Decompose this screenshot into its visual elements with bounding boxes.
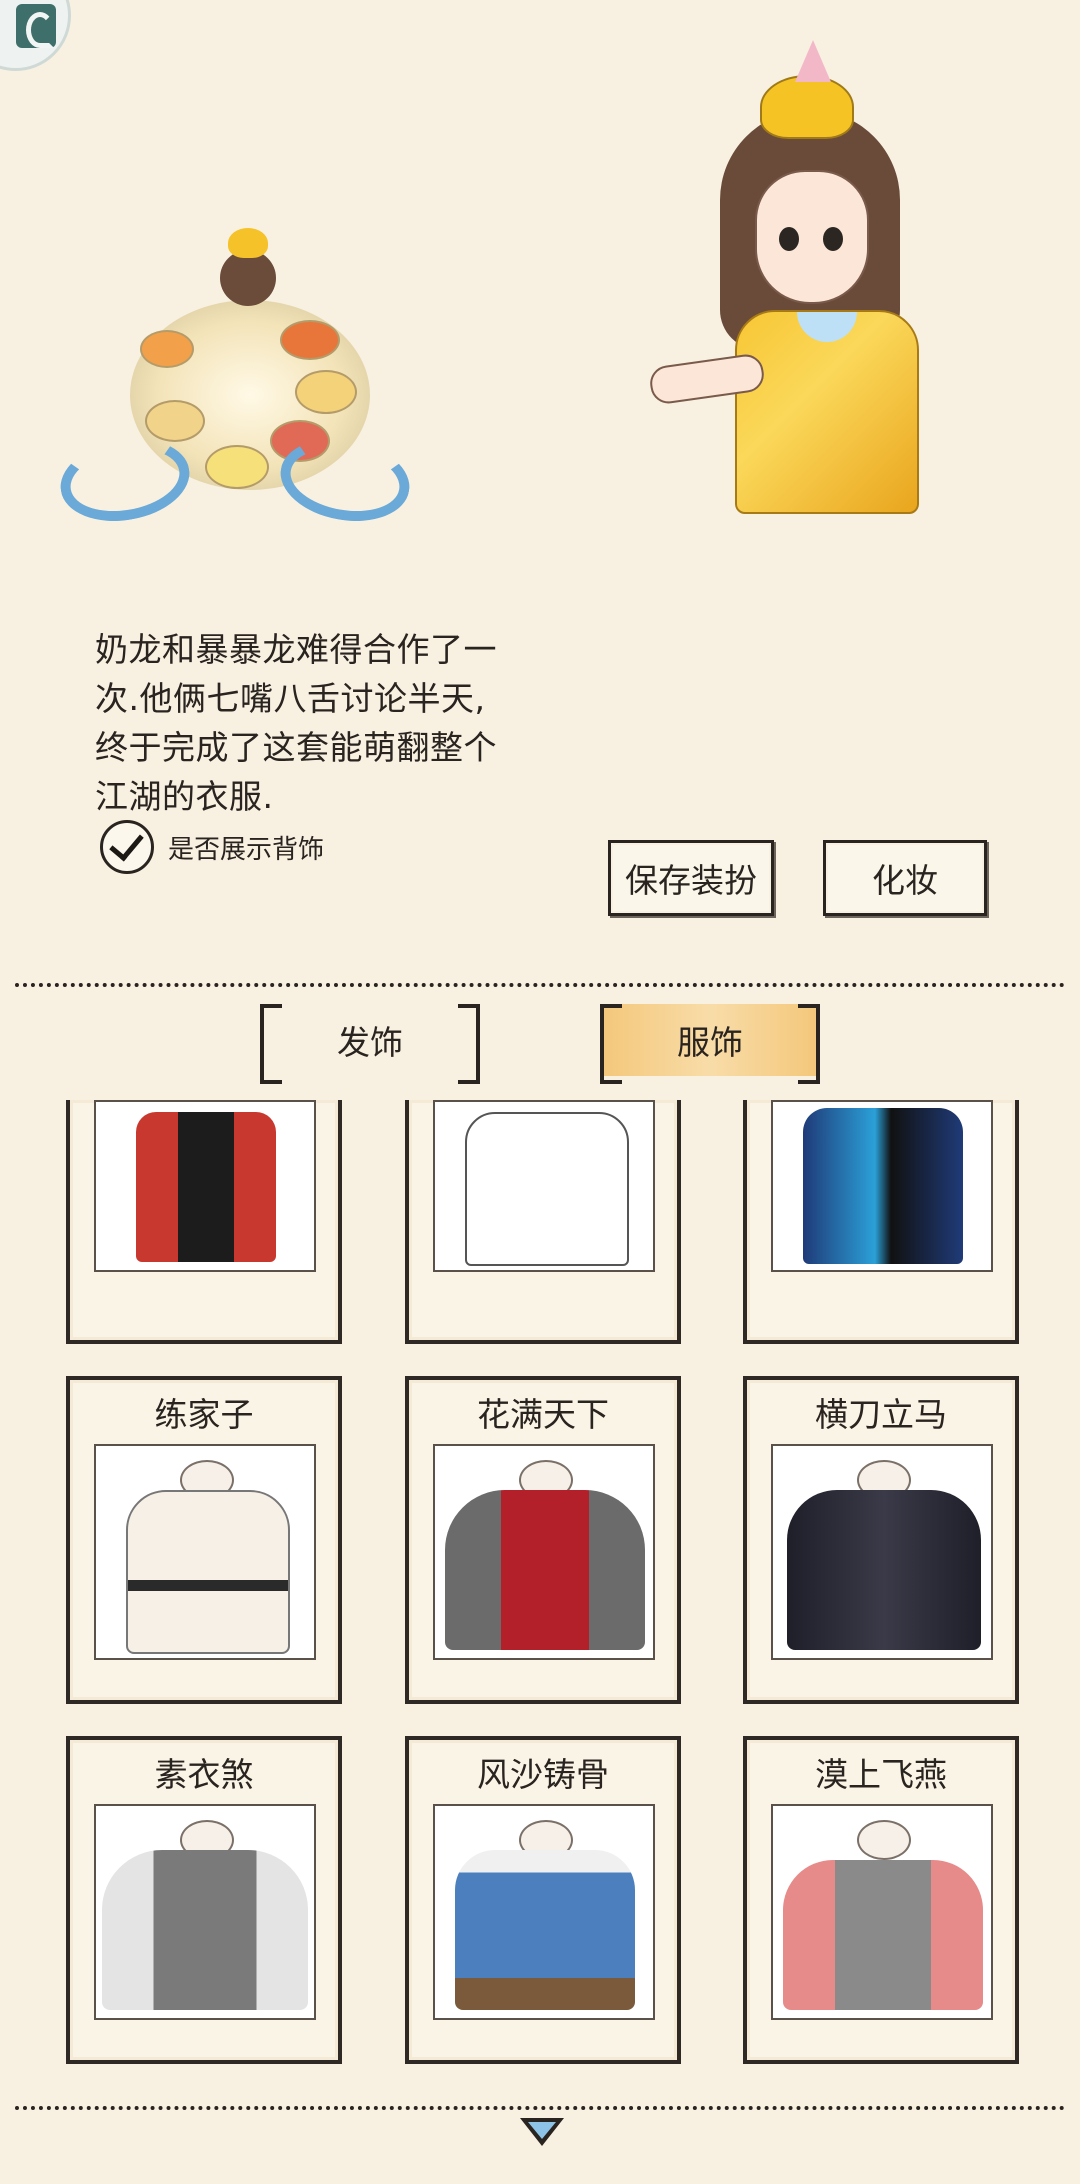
outfit-card[interactable] [743, 1100, 1019, 1344]
outfit-image [433, 1804, 655, 2020]
outfit-card[interactable]: 花满天下 [405, 1376, 681, 1704]
grey-robe-outfit-shape [102, 1850, 308, 2010]
martial-outfit-shape [126, 1490, 290, 1654]
outfit-card[interactable]: 素衣煞 [66, 1736, 342, 2064]
tab-bracket-left [600, 1004, 622, 1084]
outfit-image [771, 1100, 993, 1272]
left-eye [779, 227, 799, 251]
checkbox-checked-icon[interactable] [100, 820, 154, 874]
character-dress [735, 310, 919, 514]
tab-bracket-right [458, 1004, 480, 1084]
rotate-outfit-preview[interactable] [54, 210, 416, 540]
outfit-image [771, 1444, 993, 1660]
tech-jacket-outfit-shape [803, 1108, 963, 1264]
food-icon [295, 370, 357, 414]
dress-collar [797, 312, 857, 342]
character-portrait [640, 20, 960, 514]
tab-label: 服饰 [677, 1023, 743, 1062]
outfit-name: 漠上飞燕 [815, 1755, 947, 1794]
outfit-card[interactable]: 横刀立马 [743, 1376, 1019, 1704]
tshirt-outfit-shape [465, 1112, 629, 1266]
red-robe-outfit-shape [445, 1490, 645, 1650]
outfit-name: 素衣煞 [154, 1755, 254, 1794]
food-icon [145, 400, 205, 442]
food-icon [140, 330, 194, 368]
section-divider [15, 983, 1065, 987]
save-outfit-button[interactable]: 保存装扮 [608, 840, 774, 916]
outfit-grid: 练家子 花满天下 横刀立马 素衣煞 风沙铸骨 漠上飞燕 [0, 1100, 1080, 2100]
app-icon[interactable] [0, 0, 71, 71]
outfit-card[interactable] [66, 1100, 342, 1344]
outfit-card[interactable] [405, 1100, 681, 1344]
mini-duck-hat [228, 228, 268, 258]
description-line: 江湖的衣服. [95, 777, 274, 816]
pink-sash-outfit-shape [783, 1860, 983, 2010]
outfit-image [771, 1804, 993, 2020]
character-face [755, 170, 869, 304]
tab-outfits[interactable]: 服饰 [600, 1004, 820, 1084]
outfit-image [94, 1444, 316, 1660]
tab-hair-accessories[interactable]: 发饰 [260, 1004, 480, 1084]
mannequin-head [857, 1820, 911, 1860]
section-divider [15, 2106, 1065, 2110]
duck-hat-accessory [760, 75, 854, 139]
mini-character-head [220, 250, 276, 306]
outfit-card[interactable]: 漠上飞燕 [743, 1736, 1019, 2064]
party-hat-accessory [795, 40, 831, 82]
outfit-name: 横刀立马 [815, 1395, 947, 1434]
makeup-button[interactable]: 化妆 [823, 840, 987, 916]
outfit-card[interactable]: 练家子 [66, 1376, 342, 1704]
right-eye [823, 227, 843, 251]
description-line: 终于完成了这套能萌翻整个 [95, 728, 497, 767]
blue-fur-outfit-shape [455, 1850, 635, 2010]
floral-outfit-shape [136, 1112, 276, 1262]
outfit-image [94, 1804, 316, 2020]
outfit-description: 奶龙和暴暴龙难得合作了一 次.他俩七嘴八舌讨论半天, 终于完成了这套能萌翻整个 … [95, 625, 535, 821]
outfit-name: 风沙铸骨 [477, 1755, 609, 1794]
outfit-image [433, 1444, 655, 1660]
description-line: 次.他俩七嘴八舌讨论半天, [95, 679, 486, 718]
outfit-name: 练家子 [154, 1395, 254, 1434]
show-back-accessory-toggle[interactable]: 是否展示背饰 [100, 820, 324, 874]
show-back-accessory-label: 是否展示背饰 [168, 834, 325, 865]
tab-bracket-left [260, 1004, 282, 1084]
scroll-down-arrow-icon[interactable] [520, 2118, 564, 2146]
food-icon [280, 320, 340, 360]
black-robe-outfit-shape [787, 1490, 981, 1650]
description-line: 奶龙和暴暴龙难得合作了一 [95, 630, 497, 669]
outfit-image [94, 1100, 316, 1272]
outfit-name: 花满天下 [477, 1395, 609, 1434]
tab-label: 发饰 [337, 1023, 403, 1062]
outfit-card[interactable]: 风沙铸骨 [405, 1736, 681, 2064]
food-icon [205, 445, 269, 489]
outfit-image [433, 1100, 655, 1272]
tab-bracket-right [798, 1004, 820, 1084]
